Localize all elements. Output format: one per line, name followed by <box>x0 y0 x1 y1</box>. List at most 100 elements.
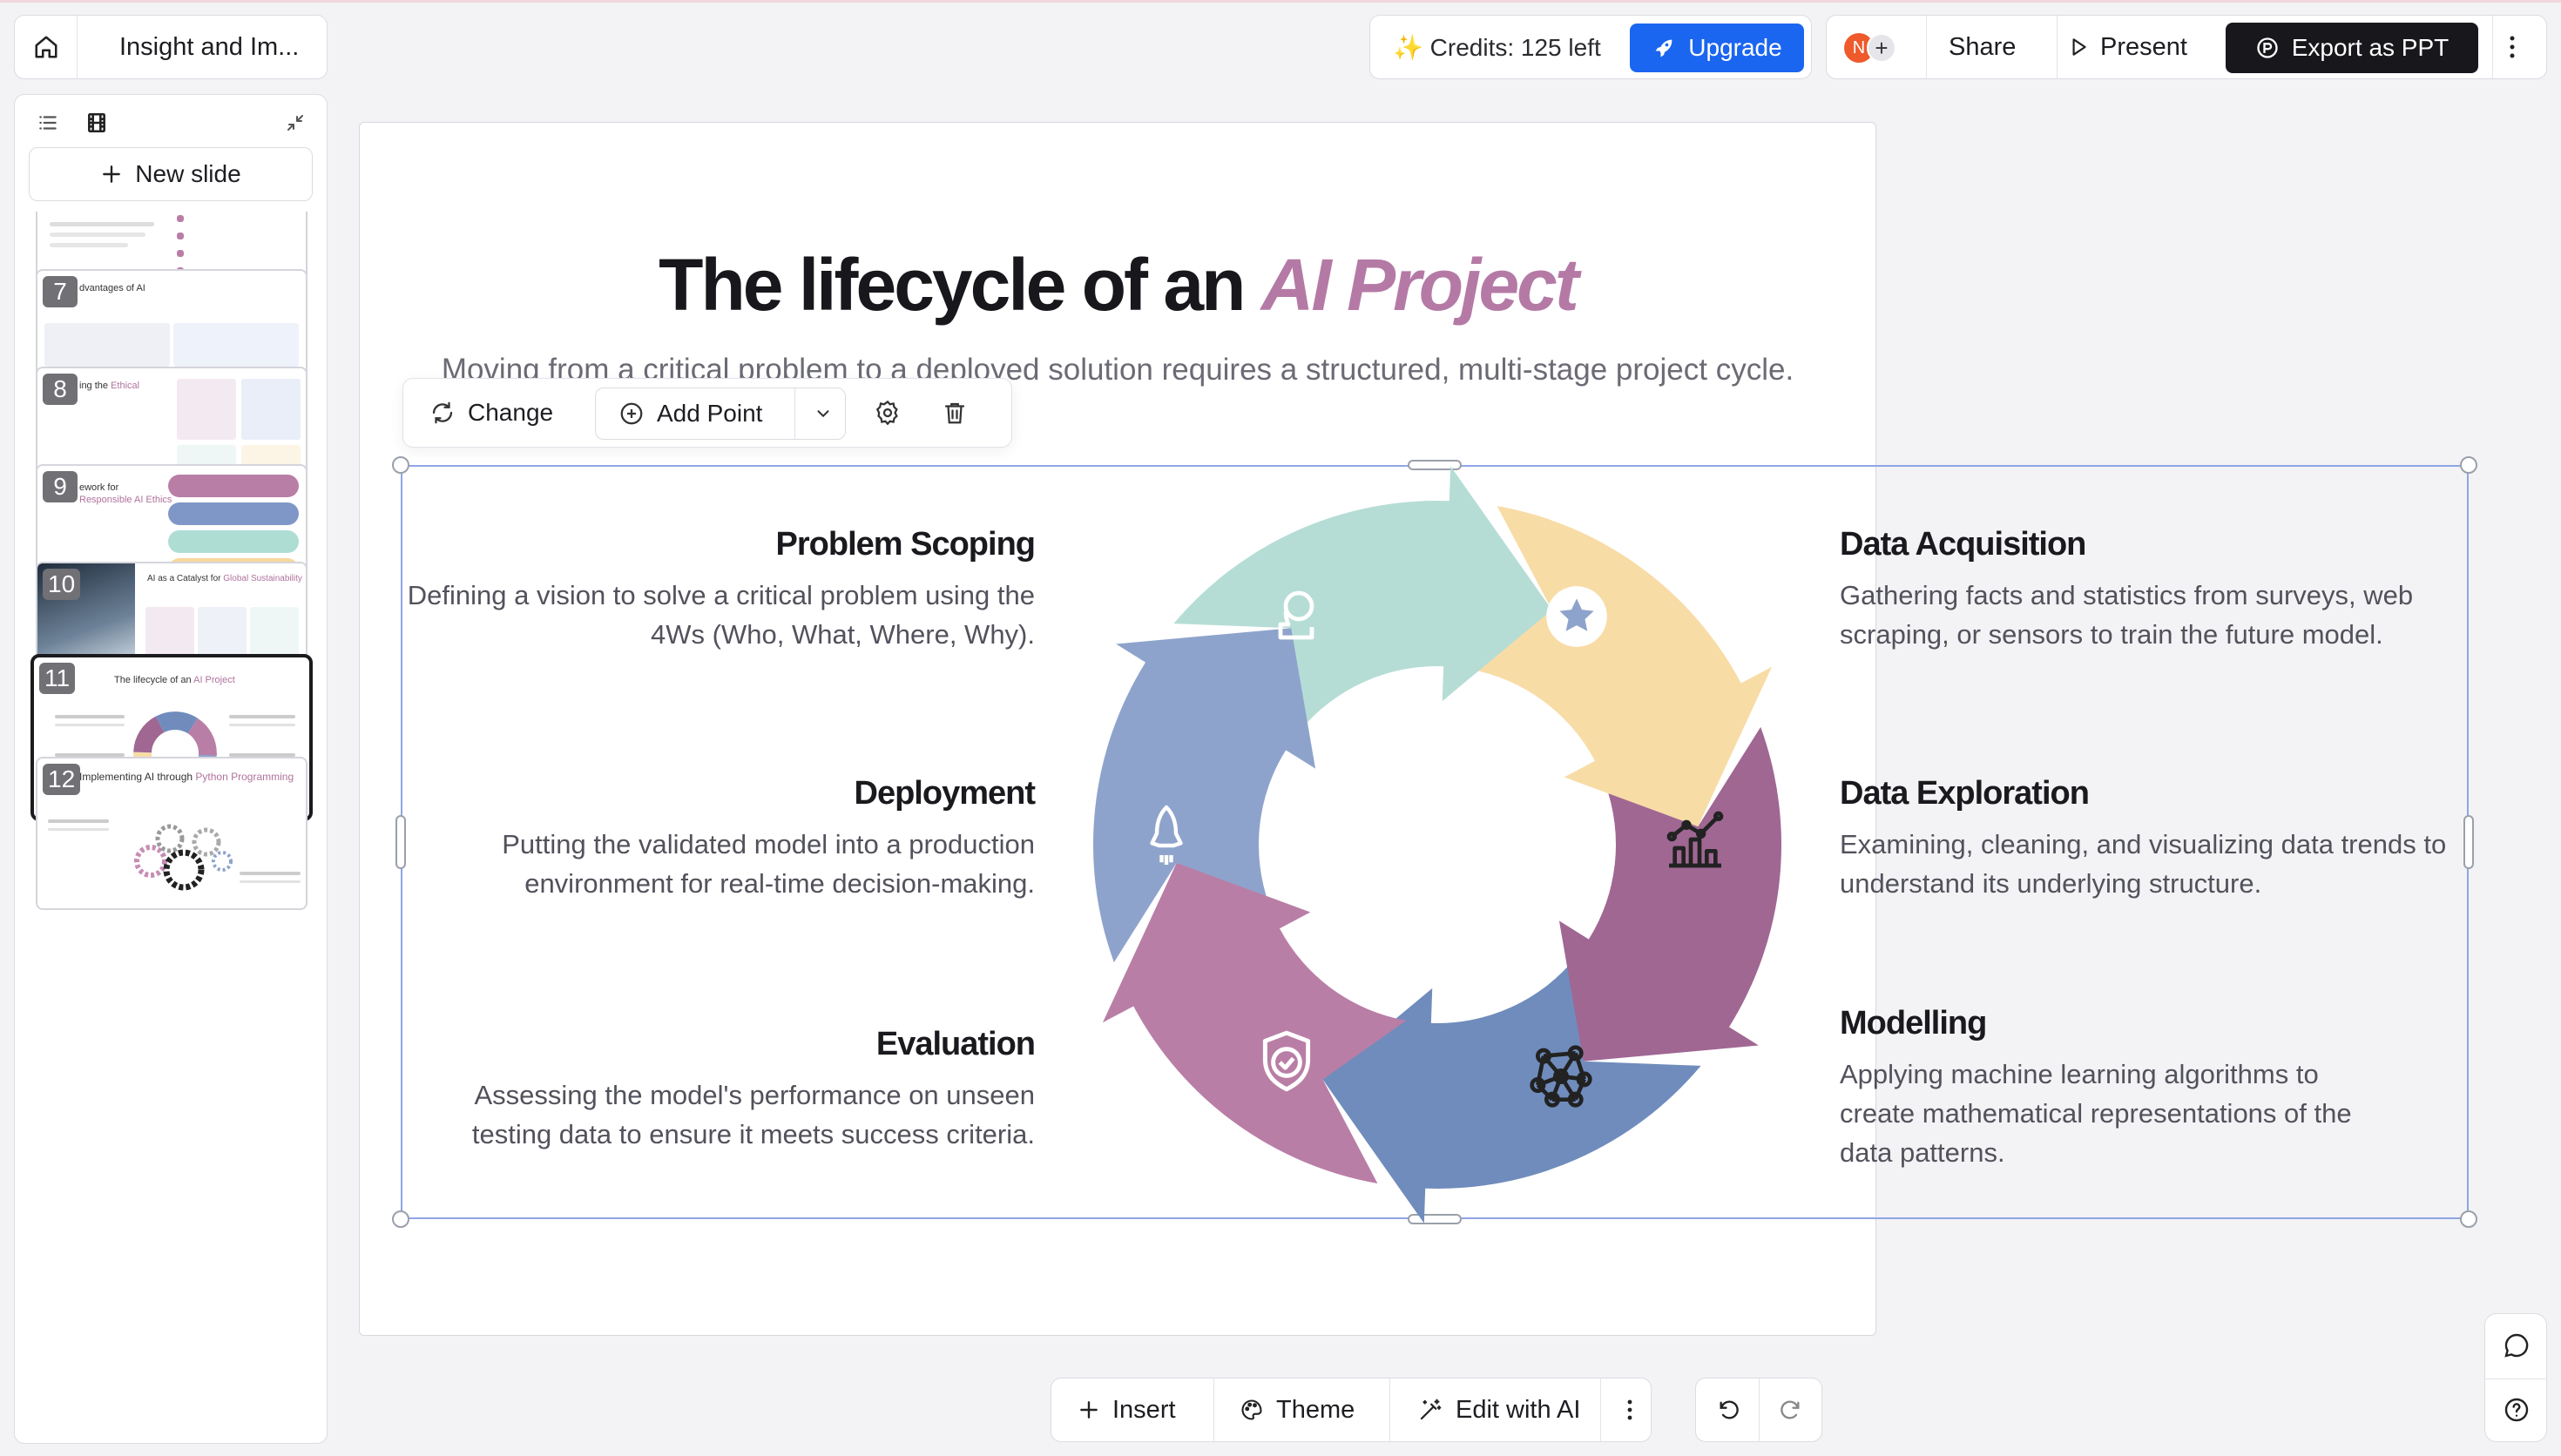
history-toolbar <box>1695 1378 1822 1442</box>
slide-thumb-title-accent: Global Sustainability <box>223 574 302 583</box>
export-ppt-button[interactable]: Export as PPT <box>2226 23 2478 73</box>
home-button[interactable] <box>15 16 78 78</box>
upgrade-label: Upgrade <box>1688 34 1782 61</box>
change-layout-button[interactable]: Change <box>429 379 553 447</box>
slide-thumb-title: AI as a Catalyst for <box>147 574 224 583</box>
point-problem-scoping[interactable]: Problem Scoping Defining a vision to sol… <box>399 526 1036 654</box>
slide-thumb-title: Implementing AI through <box>79 771 196 783</box>
slide-number: 9 <box>43 471 78 502</box>
slide-number: 10 <box>43 569 81 600</box>
slide-title-text: The lifecycle of an <box>659 244 1261 326</box>
divider <box>794 388 795 439</box>
divider <box>1213 1378 1214 1441</box>
point-title: Problem Scoping <box>775 526 1036 563</box>
document-title[interactable]: Insight and Im... <box>78 33 299 62</box>
delete-button[interactable] <box>942 379 968 447</box>
slide-thumb-gears <box>134 824 233 891</box>
present-label: Present <box>2100 32 2187 61</box>
point-title: Deployment <box>854 775 1036 812</box>
point-body: Applying machine learning algorithms to … <box>1840 1059 2352 1168</box>
more-options-button[interactable] <box>2491 24 2533 70</box>
export-label: Export as PPT <box>2291 34 2450 61</box>
cycle-segment-problem-scoping[interactable] <box>1102 862 1407 1183</box>
bottom-toolbar: Insert Theme Edit with AI <box>1051 1378 1652 1442</box>
point-body: Putting the validated model into a produ… <box>502 829 1035 899</box>
film-icon <box>88 112 105 133</box>
insert-button[interactable]: Insert <box>1078 1378 1176 1441</box>
point-deployment[interactable]: Deployment Putting the validated model i… <box>399 775 1036 903</box>
sparkle-icon: ✨ <box>1393 33 1423 61</box>
refresh-icon <box>432 401 453 424</box>
share-label: Share <box>1949 32 2017 61</box>
more-tools-button[interactable] <box>1612 1378 1647 1441</box>
magic-wand-icon <box>1420 1399 1442 1420</box>
add-collaborator-button[interactable]: + <box>1867 33 1896 63</box>
add-point-group: Add Point <box>595 388 846 440</box>
help-dock <box>2484 1313 2547 1442</box>
slide-thumb-title-accent: Python Programming <box>195 771 294 783</box>
point-body: Defining a vision to solve a critical pr… <box>407 580 1035 650</box>
divider <box>1926 16 1927 78</box>
help-button[interactable] <box>2501 1394 2532 1426</box>
slide-thumb-title-accent: AI Project <box>193 675 235 685</box>
point-data-acquisition[interactable]: Data Acquisition Gathering facts and sta… <box>1840 526 2476 654</box>
trash-icon <box>944 402 965 424</box>
plus-icon <box>1080 1401 1098 1419</box>
redo-button[interactable] <box>1771 1378 1809 1441</box>
slides-sidebar: New slide 7 dvantages of AI 8 ing the Et… <box>14 94 328 1444</box>
undo-button[interactable] <box>1710 1378 1748 1441</box>
point-evaluation[interactable]: Evaluation Assessing the model's perform… <box>399 1026 1036 1154</box>
insert-label: Insert <box>1112 1395 1176 1424</box>
resize-handle-tr[interactable] <box>2460 456 2477 474</box>
share-button[interactable]: Share <box>1949 16 2016 78</box>
list-view-button[interactable] <box>32 107 64 138</box>
settings-button[interactable] <box>874 379 902 447</box>
edit-with-ai-button[interactable]: Edit with AI <box>1417 1378 1580 1441</box>
point-body: Assessing the model's performance on uns… <box>471 1080 1035 1149</box>
divider <box>1600 1378 1601 1441</box>
resize-handle-tl[interactable] <box>392 456 409 474</box>
slide-thumbnails: 7 dvantages of AI 8 ing the Ethical 9 ew… <box>15 212 327 1439</box>
theme-label: Theme <box>1276 1395 1355 1424</box>
head-icon <box>1265 583 1328 650</box>
comments-button[interactable] <box>2501 1330 2532 1361</box>
redo-icon <box>1781 1400 1800 1419</box>
resize-handle-bl[interactable] <box>392 1210 409 1228</box>
neural-network-icon <box>1526 1041 1596 1111</box>
point-body: Gathering facts and statistics from surv… <box>1840 580 2414 650</box>
point-title: Modelling <box>1840 1005 1987 1041</box>
slide-thumb-12[interactable]: 12 Implementing AI through Python Progra… <box>36 757 307 910</box>
kebab-icon <box>1627 1399 1632 1420</box>
palette-icon <box>1241 1399 1262 1420</box>
divider <box>2057 16 2058 78</box>
new-slide-label: New slide <box>135 160 241 187</box>
theme-button[interactable]: Theme <box>1240 1378 1355 1441</box>
point-data-exploration[interactable]: Data Exploration Examining, cleaning, an… <box>1840 775 2476 903</box>
present-button[interactable]: Present <box>2067 16 2187 78</box>
shield-check-icon <box>1254 1028 1319 1097</box>
cycle-segment-modelling[interactable] <box>1468 506 1773 827</box>
undo-icon <box>1720 1400 1739 1419</box>
home-icon <box>35 36 57 58</box>
credits-label: Credits: 125 left <box>1429 33 1601 61</box>
divider <box>1389 1378 1390 1441</box>
upgrade-button[interactable]: Upgrade <box>1630 24 1804 72</box>
add-point-dropdown[interactable] <box>801 388 845 439</box>
collapse-sidebar-button[interactable] <box>280 107 311 138</box>
plus-circle-icon <box>620 402 643 425</box>
slide-thumb-title: ework for <box>79 482 119 493</box>
slide-thumb-title-accent: Ethical <box>111 381 140 391</box>
filmstrip-view-button[interactable] <box>81 107 112 138</box>
slide-thumb-title: dvantages of AI <box>79 283 145 293</box>
rocket-icon <box>1655 39 1672 57</box>
new-slide-button[interactable]: New slide <box>29 147 313 201</box>
slide-title[interactable]: The lifecycle of an AI Project <box>360 243 1875 327</box>
question-circle-icon <box>2504 1398 2529 1422</box>
add-point-button[interactable]: Add Point <box>618 388 762 439</box>
resize-handle-br[interactable] <box>2460 1210 2477 1228</box>
kebab-icon <box>2510 36 2515 58</box>
slide-number: 7 <box>43 276 78 307</box>
bar-chart-trend-icon <box>1660 805 1730 874</box>
change-label: Change <box>468 399 554 426</box>
point-modelling[interactable]: Modelling Applying machine learning algo… <box>1840 1005 2397 1172</box>
